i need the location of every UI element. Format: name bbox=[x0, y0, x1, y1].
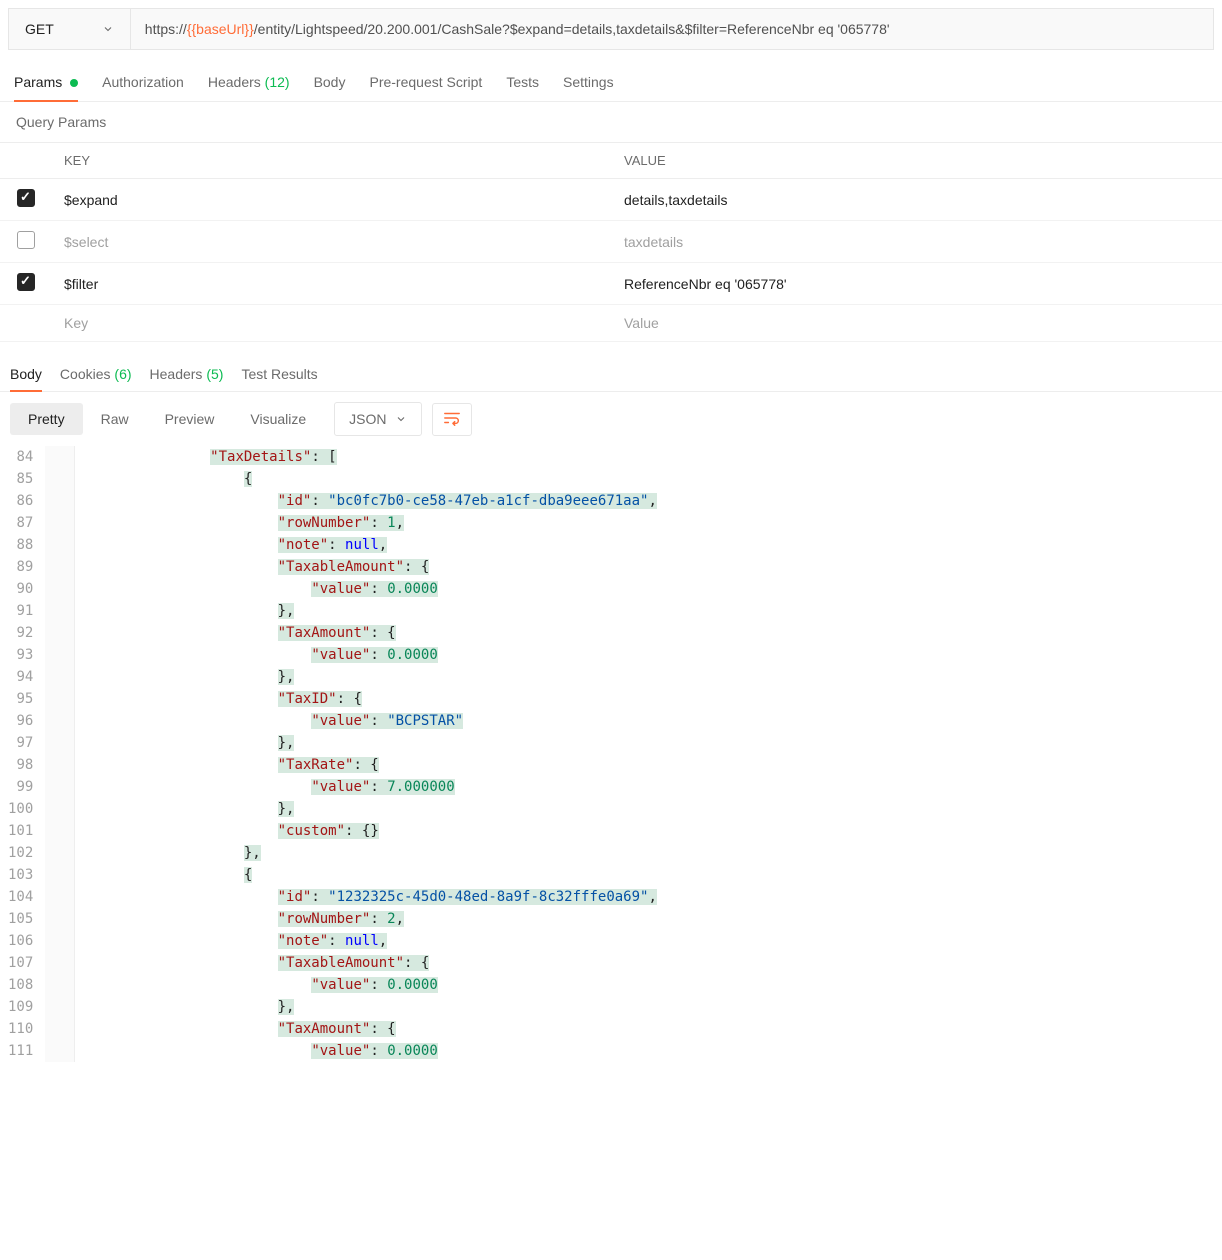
query-params-title: Query Params bbox=[0, 102, 1222, 142]
param-value-cell[interactable]: Value bbox=[612, 305, 1222, 342]
tab-tests[interactable]: Tests bbox=[506, 68, 539, 101]
col-check bbox=[0, 143, 52, 179]
tab-count: (12) bbox=[261, 74, 290, 90]
response-tab-test-results[interactable]: Test Results bbox=[241, 362, 317, 391]
param-checkbox[interactable] bbox=[17, 273, 35, 291]
param-row: $expanddetails,taxdetails bbox=[0, 179, 1222, 221]
param-key-cell[interactable]: $select bbox=[52, 221, 612, 263]
chevron-down-icon bbox=[395, 413, 407, 425]
tab-pre-request-script[interactable]: Pre-request Script bbox=[369, 68, 482, 101]
query-params-table: KEY VALUE $expanddetails,taxdetails$sele… bbox=[0, 142, 1222, 342]
lang-select[interactable]: JSON bbox=[334, 402, 421, 436]
param-row: $selecttaxdetails bbox=[0, 221, 1222, 263]
tab-headers[interactable]: Headers (12) bbox=[208, 68, 290, 101]
param-key-cell[interactable]: $expand bbox=[52, 179, 612, 221]
param-value-cell[interactable]: taxdetails bbox=[612, 221, 1222, 263]
method-label: GET bbox=[25, 21, 54, 37]
param-key-cell[interactable]: Key bbox=[52, 305, 612, 342]
chevron-down-icon bbox=[102, 23, 114, 35]
param-key-cell[interactable]: $filter bbox=[52, 263, 612, 305]
fold-column bbox=[45, 446, 75, 1062]
tab-body[interactable]: Body bbox=[314, 68, 346, 101]
param-row: KeyValue bbox=[0, 305, 1222, 342]
tab-count: (5) bbox=[202, 366, 223, 382]
response-body[interactable]: 8485868788899091929394959697989910010110… bbox=[0, 446, 1222, 1062]
url-variable: {{baseUrl}} bbox=[187, 21, 254, 37]
response-tab-cookies[interactable]: Cookies (6) bbox=[60, 362, 132, 391]
modified-dot bbox=[70, 79, 78, 87]
col-value: VALUE bbox=[612, 143, 1222, 179]
response-tabs: Body Cookies (6) Headers (5) Test Results bbox=[0, 348, 1222, 392]
wrap-icon bbox=[443, 410, 461, 426]
line-gutter: 8485868788899091929394959697989910010110… bbox=[0, 446, 45, 1062]
view-mode-preview[interactable]: Preview bbox=[147, 403, 233, 435]
method-select[interactable]: GET bbox=[9, 9, 131, 49]
col-key: KEY bbox=[52, 143, 612, 179]
code-content[interactable]: "TaxDetails": [ { "id": "bc0fc7b0-ce58-4… bbox=[75, 446, 1222, 1062]
param-value-cell[interactable]: details,taxdetails bbox=[612, 179, 1222, 221]
view-mode-visualize[interactable]: Visualize bbox=[232, 403, 324, 435]
response-tab-body[interactable]: Body bbox=[10, 362, 42, 392]
param-checkbox[interactable] bbox=[17, 189, 35, 207]
wrap-lines-button[interactable] bbox=[432, 403, 472, 436]
tab-authorization[interactable]: Authorization bbox=[102, 68, 184, 101]
view-mode-pretty[interactable]: Pretty bbox=[10, 403, 83, 435]
response-tab-headers[interactable]: Headers (5) bbox=[150, 362, 224, 391]
tab-count: (6) bbox=[111, 366, 132, 382]
param-row: $filterReferenceNbr eq '065778' bbox=[0, 263, 1222, 305]
lang-label: JSON bbox=[349, 411, 386, 427]
tab-params[interactable]: Params bbox=[14, 68, 78, 102]
param-value-cell[interactable]: ReferenceNbr eq '065778' bbox=[612, 263, 1222, 305]
view-mode-raw[interactable]: Raw bbox=[83, 403, 147, 435]
request-bar: GET https://{{baseUrl}}/entity/Lightspee… bbox=[8, 8, 1214, 50]
param-checkbox[interactable] bbox=[17, 231, 35, 249]
request-tabs: Params Authorization Headers (12) Body Pre-… bbox=[0, 58, 1222, 102]
url-input[interactable]: https://{{baseUrl}}/entity/Lightspeed/20… bbox=[131, 9, 1213, 49]
response-view-controls: PrettyRawPreviewVisualize JSON bbox=[0, 392, 1222, 446]
tab-settings[interactable]: Settings bbox=[563, 68, 614, 101]
